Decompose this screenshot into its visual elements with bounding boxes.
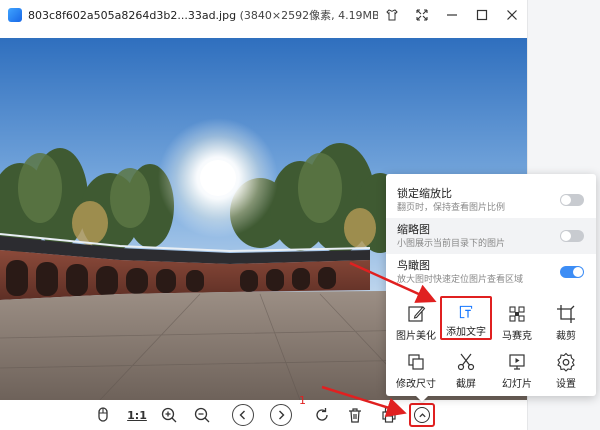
- delete-button[interactable]: [344, 404, 366, 426]
- tool-label: 设置: [556, 379, 576, 390]
- tool-add-text[interactable]: 添加文字: [440, 296, 492, 340]
- tool-resize[interactable]: 修改尺寸: [390, 346, 442, 390]
- tool-label: 马赛克: [502, 331, 532, 342]
- zoom-in-icon: [161, 407, 177, 423]
- option-description: 翻页时，保持查看图片比例: [397, 203, 506, 213]
- edit-icon: [408, 306, 426, 322]
- maximize-icon: [476, 9, 488, 21]
- tool-label: 裁剪: [556, 331, 576, 342]
- tools-grid: 图片美化 添加文字 马赛克 裁剪 修改尺寸 截屏 幻灯片 设置: [386, 292, 596, 396]
- maximize-button[interactable]: [467, 0, 497, 30]
- lock-zoom-toggle[interactable]: [560, 194, 584, 206]
- more-tools-circle: [414, 407, 430, 423]
- chevron-right-icon: [279, 410, 285, 420]
- zoom-in-button[interactable]: [158, 404, 180, 426]
- next-image-button[interactable]: [270, 404, 292, 426]
- fullscreen-icon: [416, 9, 428, 21]
- text-icon: [459, 305, 473, 319]
- birds-eye-toggle[interactable]: [560, 266, 584, 278]
- tool-mosaic[interactable]: 马赛克: [491, 298, 543, 342]
- option-label: 锁定缩放比: [397, 187, 452, 200]
- chevron-up-icon: [418, 412, 426, 417]
- actual-size-button[interactable]: 1:1: [126, 404, 148, 426]
- option-description: 小图展示当前目录下的图片: [397, 239, 506, 249]
- toggle-knob: [573, 267, 583, 277]
- mouse-mode-button[interactable]: [92, 404, 114, 426]
- tool-settings[interactable]: 设置: [540, 346, 592, 390]
- window-title: 803c8f602a505a8264d3b2...33ad.jpg (3840×…: [28, 7, 378, 23]
- tool-label: 截屏: [456, 379, 476, 390]
- chevron-left-icon: [239, 410, 245, 420]
- file-name: 803c8f602a505a8264d3b2...33ad.jpg: [28, 9, 237, 22]
- tool-crop[interactable]: 裁剪: [540, 298, 592, 342]
- zoom-out-button[interactable]: [191, 404, 213, 426]
- print-button[interactable]: [378, 404, 400, 426]
- tool-label: 图片美化: [396, 331, 436, 342]
- toggle-knob: [561, 231, 571, 241]
- option-birds-eye-view[interactable]: 鸟瞰图 放大图时快速定位图片查看区域: [386, 254, 596, 290]
- resize-icon: [408, 354, 424, 370]
- toggle-knob: [561, 195, 571, 205]
- popup-pointer: [415, 395, 429, 402]
- scissors-icon: [457, 353, 475, 371]
- crop-icon: [557, 305, 575, 323]
- file-meta: (3840×2592像素, 4.19MB) - 2345...: [239, 9, 378, 22]
- option-thumbnails[interactable]: 缩略图 小图展示当前目录下的图片: [386, 218, 596, 254]
- option-lock-zoom[interactable]: 锁定缩放比 翻页时，保持查看图片比例: [386, 182, 596, 218]
- slideshow-icon: [509, 354, 525, 370]
- print-icon: [382, 407, 396, 423]
- rotate-icon: [316, 408, 328, 421]
- option-label: 缩略图: [397, 223, 430, 236]
- skin-button[interactable]: [377, 0, 407, 30]
- rotate-button[interactable]: [311, 404, 333, 426]
- tool-label: 幻灯片: [502, 379, 532, 390]
- skin-icon: [386, 9, 398, 21]
- app-logo-icon: [8, 8, 22, 22]
- option-label: 鸟瞰图: [397, 259, 430, 272]
- thumbnails-toggle[interactable]: [560, 230, 584, 242]
- tool-label: 添加文字: [446, 327, 486, 338]
- previous-image-button[interactable]: [232, 404, 254, 426]
- title-bar: 803c8f602a505a8264d3b2...33ad.jpg (3840×…: [0, 0, 527, 30]
- mosaic-icon: [509, 306, 525, 322]
- mouse-icon: [98, 407, 108, 422]
- settings-icon: [557, 352, 575, 372]
- tool-label: 修改尺寸: [396, 379, 436, 390]
- more-tools-popup: 锁定缩放比 翻页时，保持查看图片比例 缩略图 小图展示当前目录下的图片 鸟瞰图 …: [386, 174, 596, 396]
- zoom-out-icon: [194, 407, 210, 423]
- window-controls: [377, 0, 527, 30]
- close-button[interactable]: [497, 0, 527, 30]
- minimize-icon: [447, 14, 457, 16]
- tool-slideshow[interactable]: 幻灯片: [491, 346, 543, 390]
- more-tools-button[interactable]: [409, 403, 435, 427]
- trash-icon: [349, 408, 361, 423]
- step-number: 1: [299, 394, 306, 407]
- tool-beautify[interactable]: 图片美化: [390, 298, 442, 342]
- fullscreen-button[interactable]: [407, 0, 437, 30]
- tool-screenshot[interactable]: 截屏: [440, 346, 492, 390]
- close-icon: [507, 10, 517, 20]
- minimize-button[interactable]: [437, 0, 467, 30]
- bottom-toolbar: 1:1: [0, 400, 527, 430]
- option-description: 放大图时快速定位图片查看区域: [397, 275, 524, 285]
